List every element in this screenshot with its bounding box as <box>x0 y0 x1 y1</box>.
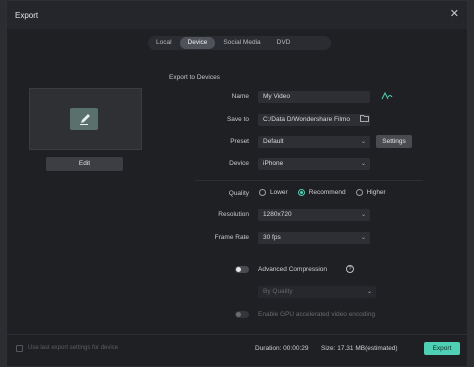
quality-recommend-radio[interactable]: Recommend <box>297 189 346 196</box>
save-to-label: Save to <box>226 116 249 123</box>
chevron-down-icon: ⌄ <box>360 161 366 167</box>
preset-select[interactable]: Default ⌄ <box>258 136 370 148</box>
pencil-icon <box>70 108 98 130</box>
quality-radio-group: Lower Recommend Higher <box>259 189 396 196</box>
device-label: Device <box>229 160 249 167</box>
resolution-label: Resolution <box>218 211 249 218</box>
use-last-settings-checkbox[interactable] <box>16 345 23 352</box>
radio-selected-icon <box>297 189 305 196</box>
save-path-field[interactable]: C:/Data D/Wondershare Filmo <box>258 114 370 126</box>
chevron-down-icon: ⌄ <box>360 235 366 241</box>
device-value: iPhone <box>263 160 284 167</box>
tab-social-media[interactable]: Social Media <box>215 37 268 49</box>
compression-mode-value: By Quality <box>263 288 293 295</box>
name-input[interactable]: My Video <box>258 91 370 103</box>
ai-rename-icon[interactable] <box>381 91 393 101</box>
quality-lower-radio[interactable]: Lower <box>259 189 288 196</box>
tab-dvd[interactable]: DVD <box>269 37 299 49</box>
radio-circle-icon <box>355 189 363 196</box>
quality-recommend-label: Recommend <box>308 189 346 196</box>
device-select[interactable]: iPhone ⌄ <box>258 158 370 170</box>
close-icon[interactable]: ✕ <box>450 7 459 20</box>
preset-label: Preset <box>230 138 249 145</box>
toggle-knob <box>236 267 241 272</box>
background-right-edge <box>468 0 474 367</box>
quality-lower-label: Lower <box>270 189 288 196</box>
gpu-encoding-toggle <box>235 311 249 318</box>
preset-value: Default <box>263 138 284 145</box>
export-button[interactable]: Export <box>424 342 460 355</box>
settings-button[interactable]: Settings <box>376 135 412 148</box>
quality-higher-label: Higher <box>366 189 386 196</box>
duration-text: Duration: 00:00:29 <box>255 345 309 352</box>
advanced-compression-toggle[interactable] <box>235 266 249 273</box>
name-label: Name <box>231 93 249 100</box>
chevron-down-icon: ⌄ <box>360 139 366 145</box>
section-title: Export to Devices <box>169 74 220 81</box>
use-last-settings-label: Use last export settings for device <box>28 345 119 351</box>
frame-rate-label: Frame Rate <box>214 234 249 241</box>
frame-rate-value: 30 fps <box>263 234 281 241</box>
quality-label: Quality <box>228 190 249 197</box>
video-thumbnail <box>29 88 142 150</box>
size-text: Size: 17.31 MB(estimated) <box>321 345 398 352</box>
tab-local[interactable]: Local <box>148 37 180 49</box>
frame-rate-select[interactable]: 30 fps ⌄ <box>258 232 370 244</box>
help-icon[interactable]: ? <box>346 265 354 273</box>
export-dialog: Export ✕ Local Device Social Media DVD E… <box>6 0 468 367</box>
toggle-knob <box>236 312 241 317</box>
chevron-down-icon: ⌄ <box>366 289 372 295</box>
section-divider <box>195 180 423 181</box>
chevron-down-icon: ⌄ <box>360 212 366 218</box>
compression-mode-select: By Quality ⌄ <box>258 286 376 298</box>
resolution-select[interactable]: 1280x720 ⌄ <box>258 209 370 221</box>
folder-icon[interactable] <box>360 114 369 124</box>
export-tabs: Local Device Social Media DVD <box>148 36 331 50</box>
dialog-title: Export <box>15 11 39 20</box>
edit-button[interactable]: Edit <box>46 157 123 171</box>
footer-divider <box>7 334 467 335</box>
gpu-encoding-label: Enable GPU accelerated video encoding <box>258 311 376 318</box>
tab-device[interactable]: Device <box>179 37 216 49</box>
resolution-value: 1280x720 <box>263 211 292 218</box>
advanced-compression-label: Advanced Compression <box>258 266 328 273</box>
radio-circle-icon <box>259 189 266 196</box>
quality-higher-radio[interactable]: Higher <box>355 189 386 196</box>
dialog-titlebar: Export ✕ <box>7 1 467 29</box>
